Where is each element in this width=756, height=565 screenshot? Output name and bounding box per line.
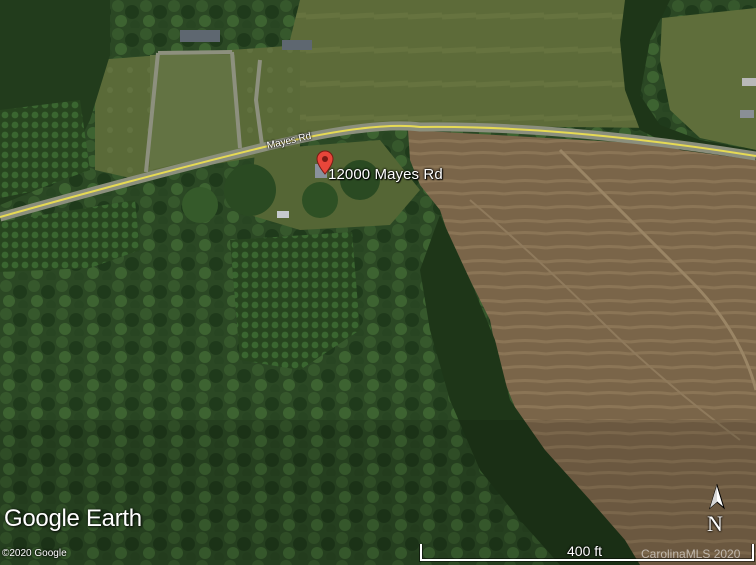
satellite-map[interactable]: Mayes Rd 12000 Mayes Rd Google Earth ©20…: [0, 0, 756, 565]
copyright-text: ©2020 Google: [2, 548, 67, 559]
scale-label: 400 ft: [567, 543, 603, 559]
north-arrow-icon[interactable]: [708, 484, 726, 510]
watermark-text: CarolinaMLS 2020: [641, 547, 741, 561]
north-label: N: [707, 511, 723, 536]
satellite-imagery[interactable]: [0, 0, 756, 565]
google-earth-logo: Google Earth: [4, 505, 142, 532]
place-label: 12000 Mayes Rd: [328, 166, 443, 183]
